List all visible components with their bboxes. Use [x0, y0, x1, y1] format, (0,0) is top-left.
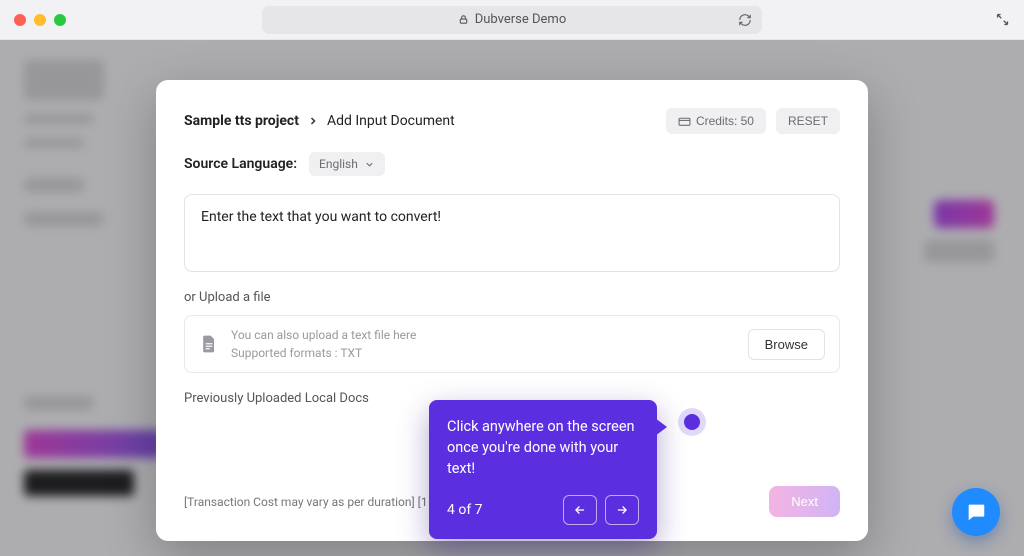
credits-label: Credits: 50 — [696, 114, 754, 128]
expand-icon[interactable] — [995, 12, 1010, 27]
browser-chrome: Dubverse Demo — [0, 0, 1024, 40]
reset-button[interactable]: RESET — [776, 108, 840, 134]
credits-button[interactable]: Credits: 50 — [666, 108, 766, 134]
maximize-window-button[interactable] — [54, 14, 66, 26]
breadcrumb-project[interactable]: Sample tts project — [184, 113, 299, 129]
close-window-button[interactable] — [14, 14, 26, 26]
upload-file-row: You can also upload a text file here Sup… — [184, 315, 840, 373]
onboarding-tooltip: Click anywhere on the screen once you're… — [429, 400, 657, 539]
address-bar[interactable]: Dubverse Demo — [262, 6, 762, 34]
text-input-placeholder: Enter the text that you want to convert! — [201, 209, 441, 225]
arrow-right-icon — [615, 503, 629, 517]
source-language-row: Source Language: English — [184, 152, 840, 176]
browse-label: Browse — [765, 337, 808, 352]
upload-line1: You can also upload a text file here — [231, 326, 736, 344]
selected-language: English — [319, 157, 358, 171]
text-input[interactable]: Enter the text that you want to convert! — [184, 194, 840, 272]
chat-icon — [965, 501, 987, 523]
next-label: Next — [791, 494, 818, 509]
onboarding-beacon[interactable] — [684, 414, 700, 430]
chat-fab[interactable] — [952, 488, 1000, 536]
file-icon — [199, 334, 219, 354]
chevron-right-icon — [307, 115, 319, 127]
tooltip-next-button[interactable] — [605, 495, 639, 525]
refresh-icon[interactable] — [738, 13, 752, 27]
or-upload-label: or Upload a file — [184, 290, 840, 305]
lock-icon — [458, 14, 469, 25]
reset-label: RESET — [788, 114, 828, 128]
chevron-down-icon — [364, 159, 375, 170]
upload-line2: Supported formats : TXT — [231, 344, 736, 362]
tooltip-prev-button[interactable] — [563, 495, 597, 525]
arrow-left-icon — [573, 503, 587, 517]
upload-help-text: You can also upload a text file here Sup… — [231, 326, 736, 362]
credit-card-icon — [678, 115, 691, 128]
browse-button[interactable]: Browse — [748, 329, 825, 360]
source-language-label: Source Language: — [184, 156, 297, 172]
language-select[interactable]: English — [309, 152, 385, 176]
breadcrumb-current: Add Input Document — [327, 113, 455, 129]
modal-header: Sample tts project Add Input Document Cr… — [184, 108, 840, 134]
tooltip-message: Click anywhere on the screen once you're… — [447, 416, 639, 479]
next-button[interactable]: Next — [769, 486, 840, 517]
tooltip-step-count: 4 of 7 — [447, 502, 483, 518]
breadcrumb: Sample tts project Add Input Document — [184, 113, 455, 129]
minimize-window-button[interactable] — [34, 14, 46, 26]
traffic-lights — [14, 14, 66, 26]
address-bar-title: Dubverse Demo — [475, 12, 567, 27]
